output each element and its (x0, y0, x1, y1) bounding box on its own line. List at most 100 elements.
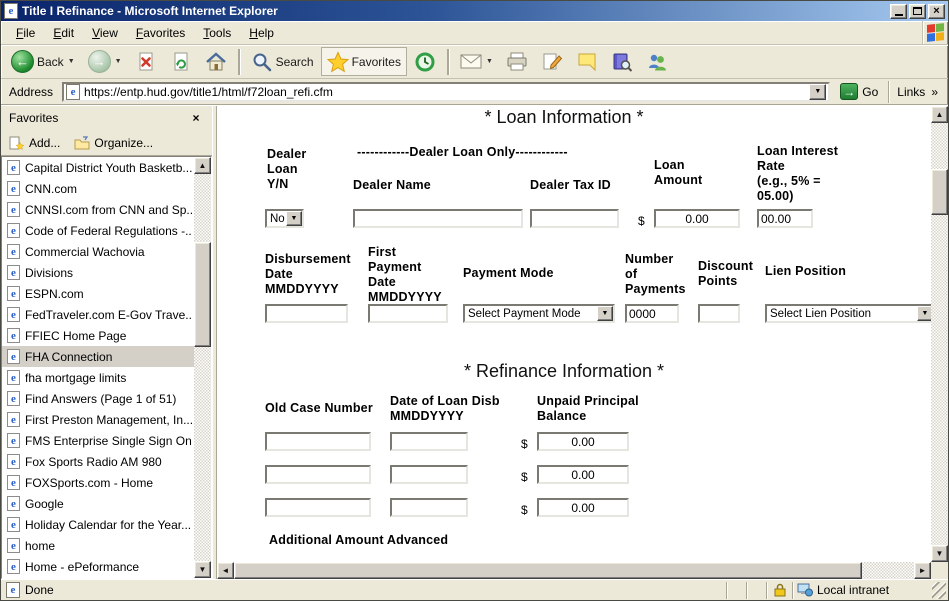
favorites-scrollbar[interactable]: ▲ ▼ (194, 157, 211, 578)
dealer-loan-yn-select[interactable]: No ▼ (265, 209, 304, 228)
favorite-item[interactable]: eCapital District Youth Basketb... (2, 157, 194, 178)
favorite-item[interactable]: eCNNSI.com from CNN and Sp... (2, 199, 194, 220)
address-input[interactable]: e https://entp.hud.gov/title1/html/f72lo… (62, 82, 830, 102)
menu-tools[interactable]: Tools (194, 24, 240, 42)
history-button[interactable] (408, 47, 442, 76)
number-of-payments-input[interactable] (625, 304, 679, 323)
address-url[interactable]: https://entp.hud.gov/title1/html/f72loan… (84, 85, 805, 99)
discuss-button[interactable] (570, 47, 604, 76)
mail-button[interactable]: ▼ (454, 47, 499, 76)
links-chevron-icon[interactable]: » (931, 85, 938, 99)
dealer-name-input[interactable] (353, 209, 523, 228)
edit-button[interactable] (535, 47, 569, 76)
disbursement-date-input[interactable] (265, 304, 348, 323)
loan-interest-rate-input[interactable] (757, 209, 813, 228)
old-case-number-input-2[interactable] (265, 465, 371, 484)
back-button[interactable]: ← Back ▼ (5, 47, 81, 76)
favorites-button[interactable]: Favorites (321, 47, 407, 76)
favorite-item[interactable]: eFox Sports Radio AM 980 (2, 451, 194, 472)
favorite-item[interactable]: eFirst Preston Management, In... (2, 409, 194, 430)
favorite-item[interactable]: eHome - FINANCIAL OPERATI... (2, 577, 194, 578)
scroll-down-icon: ▼ (936, 550, 944, 558)
favorite-item[interactable]: eGoogle (2, 493, 194, 514)
favorite-item[interactable]: eFHA Connection (2, 346, 194, 367)
first-payment-date-input[interactable] (368, 304, 448, 323)
select-chevron-down-icon[interactable]: ▼ (286, 211, 302, 226)
messenger-button[interactable] (640, 47, 674, 76)
scroll-left-button[interactable]: ◄ (217, 562, 234, 579)
menu-favorites[interactable]: Favorites (127, 24, 194, 42)
date-of-loan-disb-input-2[interactable] (390, 465, 468, 484)
scroll-down-button[interactable]: ▼ (931, 545, 948, 562)
scroll-right-button[interactable]: ► (914, 562, 931, 579)
menu-bar: File Edit View Favorites Tools Help (1, 21, 948, 45)
first-payment-date-label: First Payment Date MMDDYYYY (368, 245, 442, 305)
favorite-item-label: Capital District Youth Basketb... (25, 161, 192, 175)
date-of-loan-disb-input-3[interactable] (390, 498, 468, 517)
content-horizontal-scrollbar[interactable]: ◄ ► (217, 562, 931, 579)
scrollbar-track[interactable] (194, 174, 211, 561)
menu-file[interactable]: File (7, 24, 44, 42)
forward-button[interactable]: → ▼ (82, 47, 128, 76)
discount-points-input[interactable] (698, 304, 740, 323)
favorite-item[interactable]: efha mortgage limits (2, 367, 194, 388)
dealer-tax-id-input[interactable] (530, 209, 619, 228)
print-button[interactable] (500, 47, 534, 76)
close-button[interactable]: × (928, 4, 945, 19)
old-case-number-input-1[interactable] (265, 432, 371, 451)
menu-view[interactable]: View (83, 24, 127, 42)
unpaid-balance-input-3[interactable] (537, 498, 629, 517)
scroll-up-button[interactable]: ▲ (931, 106, 948, 123)
favorite-item[interactable]: eFFIEC Home Page (2, 325, 194, 346)
favorite-item[interactable]: eFMS Enterprise Single Sign On... (2, 430, 194, 451)
favorite-item[interactable]: eHome - ePeformance (2, 556, 194, 577)
address-dropdown-button[interactable]: ▼ (809, 84, 826, 100)
go-button[interactable]: → Go (835, 82, 883, 101)
scroll-up-button[interactable]: ▲ (194, 157, 211, 174)
home-button[interactable] (199, 47, 233, 76)
links-toolbar[interactable]: Links » (888, 81, 944, 103)
add-favorite-button[interactable]: Add... (9, 135, 60, 151)
unpaid-balance-input-2[interactable] (537, 465, 629, 484)
loan-amount-input[interactable] (654, 209, 740, 228)
mail-chevron-down-icon[interactable]: ▼ (486, 58, 493, 65)
favorite-item[interactable]: eESPN.com (2, 283, 194, 304)
favorite-item[interactable]: eCNN.com (2, 178, 194, 199)
forward-chevron-down-icon[interactable]: ▼ (115, 58, 122, 65)
payment-mode-select[interactable]: Select Payment Mode ▼ (463, 304, 615, 323)
favorite-item[interactable]: eFOXSports.com - Home (2, 472, 194, 493)
research-button[interactable] (605, 47, 639, 76)
scrollbar-thumb[interactable] (234, 562, 862, 579)
favorite-item[interactable]: eFind Answers (Page 1 of 51) (2, 388, 194, 409)
favorite-item[interactable]: eCommercial Wachovia (2, 241, 194, 262)
content-vertical-scrollbar[interactable]: ▲ ▼ (931, 106, 948, 562)
back-chevron-down-icon[interactable]: ▼ (68, 58, 75, 65)
favorite-item-label: First Preston Management, In... (25, 413, 192, 427)
scrollbar-thumb[interactable] (931, 169, 948, 215)
favorites-items: eCapital District Youth Basketb... eCNN.… (2, 157, 194, 578)
scroll-down-button[interactable]: ▼ (194, 561, 211, 578)
lien-position-select[interactable]: Select Lien Position ▼ (765, 304, 931, 323)
search-button[interactable]: Search (245, 47, 320, 76)
refresh-button[interactable] (164, 47, 198, 76)
scrollbar-thumb[interactable] (194, 242, 211, 347)
select-chevron-down-icon[interactable]: ▼ (597, 306, 613, 321)
minimize-button[interactable] (890, 4, 907, 19)
favorite-item[interactable]: eDivisions (2, 262, 194, 283)
menu-help[interactable]: Help (240, 24, 283, 42)
select-chevron-down-icon[interactable]: ▼ (917, 306, 931, 321)
ie-favicon-icon: e (7, 202, 20, 217)
favorites-close-button[interactable]: × (188, 111, 204, 126)
favorite-item[interactable]: eCode of Federal Regulations -... (2, 220, 194, 241)
unpaid-balance-input-1[interactable] (537, 432, 629, 451)
favorite-item[interactable]: eFedTraveler.com E-Gov Trave... (2, 304, 194, 325)
resize-grip-icon[interactable] (932, 582, 946, 599)
maximize-button[interactable] (909, 4, 926, 19)
old-case-number-input-3[interactable] (265, 498, 371, 517)
favorite-item[interactable]: ehome (2, 535, 194, 556)
organize-favorites-button[interactable]: Organize... (74, 135, 153, 151)
stop-button[interactable] (129, 47, 163, 76)
date-of-loan-disb-input-1[interactable] (390, 432, 468, 451)
menu-edit[interactable]: Edit (44, 24, 83, 42)
favorite-item[interactable]: eHoliday Calendar for the Year... (2, 514, 194, 535)
